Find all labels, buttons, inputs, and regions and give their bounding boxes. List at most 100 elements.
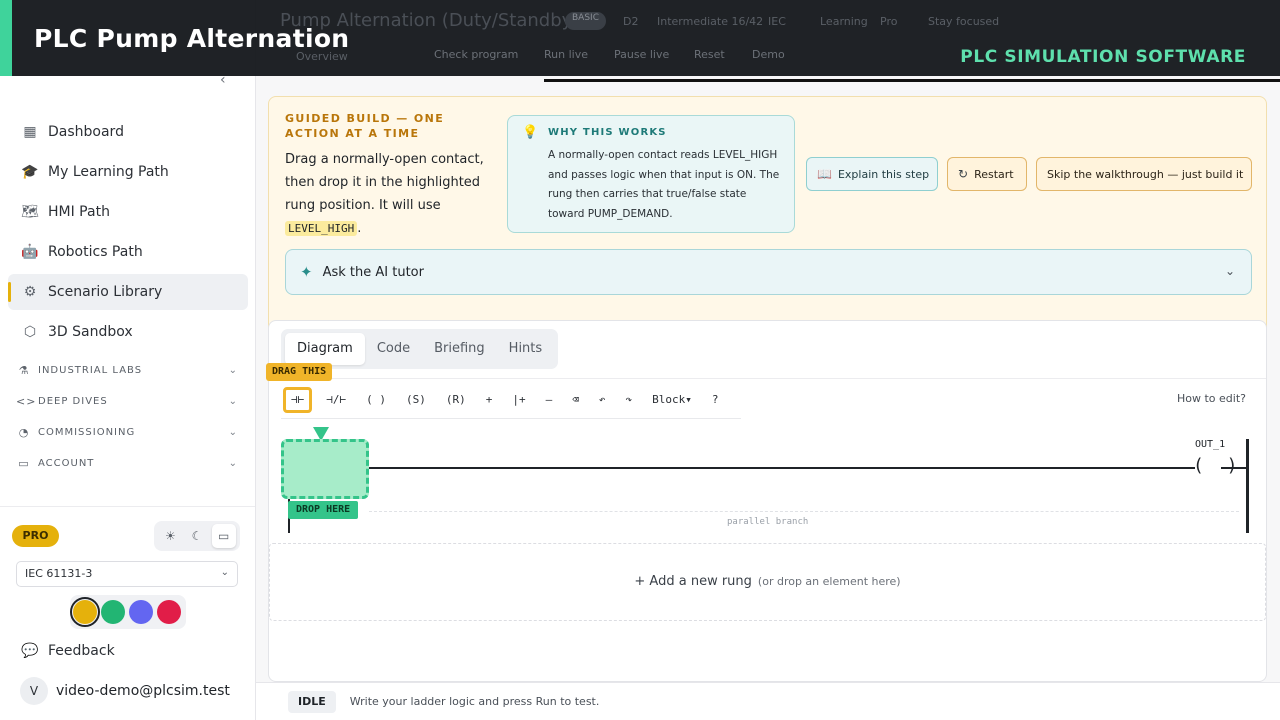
restart-button[interactable]: ↻ Restart <box>947 157 1027 191</box>
sidebar-item-label: Scenario Library <box>48 284 163 300</box>
parallel-branch-line <box>369 511 1239 512</box>
output-tag-label: OUT_1 <box>1195 439 1226 450</box>
drag-this-label: DRAG THIS <box>266 363 333 381</box>
flask-icon: ⚗ <box>18 363 30 377</box>
user-menu[interactable]: Vvideo-demo@plcsim.test <box>20 677 230 705</box>
dashboard-icon: ▦ <box>23 124 37 140</box>
section-industrial-labs[interactable]: ⚗ INDUSTRIAL LABS ⌄ <box>16 360 240 380</box>
why-body: A normally-open contact reads LEVEL_HIGH… <box>548 149 780 220</box>
tutor-label: Ask the AI tutor <box>322 264 424 280</box>
undo-icon[interactable]: ↶ <box>593 387 612 413</box>
section-commissioning[interactable]: ◔ COMMISSIONING ⌄ <box>16 422 240 442</box>
guide-body-text: Drag a normally-open contact, then drop … <box>285 152 484 213</box>
cube-icon: ⬡ <box>23 324 37 340</box>
user-email: video-demo@plcsim.test <box>56 683 230 699</box>
status-badge: IDLE <box>288 690 336 713</box>
drop-zone[interactable] <box>281 439 369 499</box>
rung-0: DROP HERE OUT_1 ( ) parallel branch <box>269 421 1266 541</box>
nc-contact-tool[interactable]: ⊣/⊢ <box>320 387 352 413</box>
standard-select[interactable]: IEC 61131-3 ⌄ <box>16 561 238 587</box>
mode-label: Learning <box>820 15 868 28</box>
tab-code[interactable]: Code <box>365 333 422 365</box>
sidebar-item-3d-sandbox[interactable]: ⬡ 3D Sandbox <box>8 314 248 350</box>
chevron-down-icon: ⌄ <box>1224 264 1235 278</box>
stay-focused-toggle[interactable]: Stay focused <box>928 15 999 28</box>
robot-icon: 🤖 <box>21 244 39 260</box>
feedback-link[interactable]: 💬 Feedback <box>20 643 115 659</box>
ladder-editor: Diagram Code Briefing Hints DRAG THIS ⊣⊢… <box>266 320 1267 682</box>
moon-icon[interactable]: ☾ <box>185 524 209 548</box>
banner-subtitle: PLC SIMULATION SOFTWARE <box>960 47 1246 67</box>
graduation-cap-icon: 🎓 <box>21 164 39 180</box>
sun-icon[interactable]: ☀ <box>158 524 182 548</box>
pause-live-button[interactable]: Pause live <box>604 44 679 66</box>
sidebar-nav: ▦ Dashboard 🎓 My Learning Path 🗺 HMI Path 🤖… <box>8 114 248 354</box>
redo-icon[interactable]: ↷ <box>620 387 639 413</box>
add-element-tool[interactable]: + <box>480 387 499 413</box>
divider <box>281 418 741 419</box>
explain-step-button[interactable]: 📖 Explain this step <box>806 157 938 191</box>
sidebar-item-dashboard[interactable]: ▦ Dashboard <box>8 114 248 150</box>
add-rung-dropzone[interactable]: + Add a new rung (or drop an element here… <box>269 543 1266 621</box>
sidebar-item-label: My Learning Path <box>48 164 169 180</box>
delete-icon[interactable]: ⌫ <box>566 387 585 413</box>
section-deep-dives[interactable]: <> DEEP DIVES ⌄ <box>16 391 240 411</box>
tab-diagram[interactable]: Diagram <box>285 333 365 365</box>
why-this-works-card: 💡 WHY THIS WORKS A normally-open contact… <box>507 115 795 233</box>
no-contact-tool[interactable]: ⊣⊢ <box>283 387 313 413</box>
badge-difficulty: D2 <box>623 15 639 28</box>
add-branch-tool[interactable]: |+ <box>506 387 531 413</box>
sidebar-item-label: Robotics Path <box>48 244 143 260</box>
accent-swatch-red[interactable] <box>157 600 181 624</box>
check-program-button[interactable]: Check program <box>424 44 528 66</box>
add-rung-hint: (or drop an element here) <box>757 575 901 588</box>
output-coil[interactable]: ( ) <box>1193 455 1244 476</box>
sidebar-item-scenario-library[interactable]: ⚙ Scenario Library <box>8 274 248 310</box>
set-coil-tool[interactable]: (S) <box>400 387 432 413</box>
element-toolbar: ⊣⊢ ⊣/⊢ ( ) (S) (R) + |+ — ⌫ ↶ ↷ Block▾ ? <box>283 385 733 415</box>
status-bar: IDLE Write your ladder logic and press R… <box>256 682 1280 720</box>
refresh-icon: ↻ <box>958 167 969 181</box>
mode-value[interactable]: Pro <box>880 15 897 28</box>
sidebar-item-hmi-path[interactable]: 🗺 HMI Path <box>8 194 248 230</box>
parallel-branch-label: parallel branch <box>727 517 809 527</box>
chevron-down-icon: ⌄ <box>228 395 238 407</box>
right-power-rail <box>1246 439 1249 533</box>
accent-swatch-indigo[interactable] <box>129 600 153 624</box>
guide-instructions: Drag a normally-open contact, then drop … <box>285 148 485 240</box>
coil-tool[interactable]: ( ) <box>360 387 392 413</box>
demo-button[interactable]: Demo <box>742 44 795 66</box>
section-label: ACCOUNT <box>38 457 95 469</box>
ai-tutor-toggle[interactable]: ✦ Ask the AI tutor ⌄ <box>285 249 1252 295</box>
chevron-down-icon: ⌄ <box>228 426 238 438</box>
reset-button[interactable]: Reset <box>684 44 735 66</box>
sidebar-item-learning-path[interactable]: 🎓 My Learning Path <box>8 154 248 190</box>
wire-tool[interactable]: — <box>540 387 559 413</box>
plan-badge: PRO <box>12 525 59 547</box>
section-label: INDUSTRIAL LABS <box>38 364 143 376</box>
tab-hints[interactable]: Hints <box>497 333 555 365</box>
why-heading: WHY THIS WORKS <box>548 127 667 138</box>
help-icon[interactable]: ? <box>706 387 725 413</box>
accent-swatch-yellow[interactable] <box>70 597 100 627</box>
skip-label: Skip the walkthrough — just build it <box>1047 167 1244 181</box>
block-menu[interactable]: Block▾ <box>646 387 698 413</box>
accent-swatch-green[interactable] <box>101 600 125 624</box>
banner-accent-bar <box>0 0 12 76</box>
reset-coil-tool[interactable]: (R) <box>440 387 472 413</box>
skip-walkthrough-button[interactable]: Skip the walkthrough — just build it <box>1036 157 1252 191</box>
feedback-label: Feedback <box>48 643 115 659</box>
badge-standard: IEC <box>768 15 786 28</box>
monitor-icon[interactable]: ▭ <box>211 524 236 548</box>
sidebar-item-robotics-path[interactable]: 🤖 Robotics Path <box>8 234 248 270</box>
sparkles-icon: ✦ <box>300 263 313 281</box>
how-to-edit-link[interactable]: How to edit? <box>1177 392 1246 405</box>
badge-progress: Intermediate 16/42 <box>657 15 764 28</box>
header-progress-line <box>544 79 1280 82</box>
tab-briefing[interactable]: Briefing <box>422 333 497 365</box>
chevron-down-icon: ⌄ <box>220 567 229 578</box>
run-live-button[interactable]: Run live <box>534 44 598 66</box>
section-account[interactable]: ▭ ACCOUNT ⌄ <box>16 453 240 473</box>
rung-wire <box>369 467 1195 469</box>
code-icon: <> <box>16 394 37 408</box>
